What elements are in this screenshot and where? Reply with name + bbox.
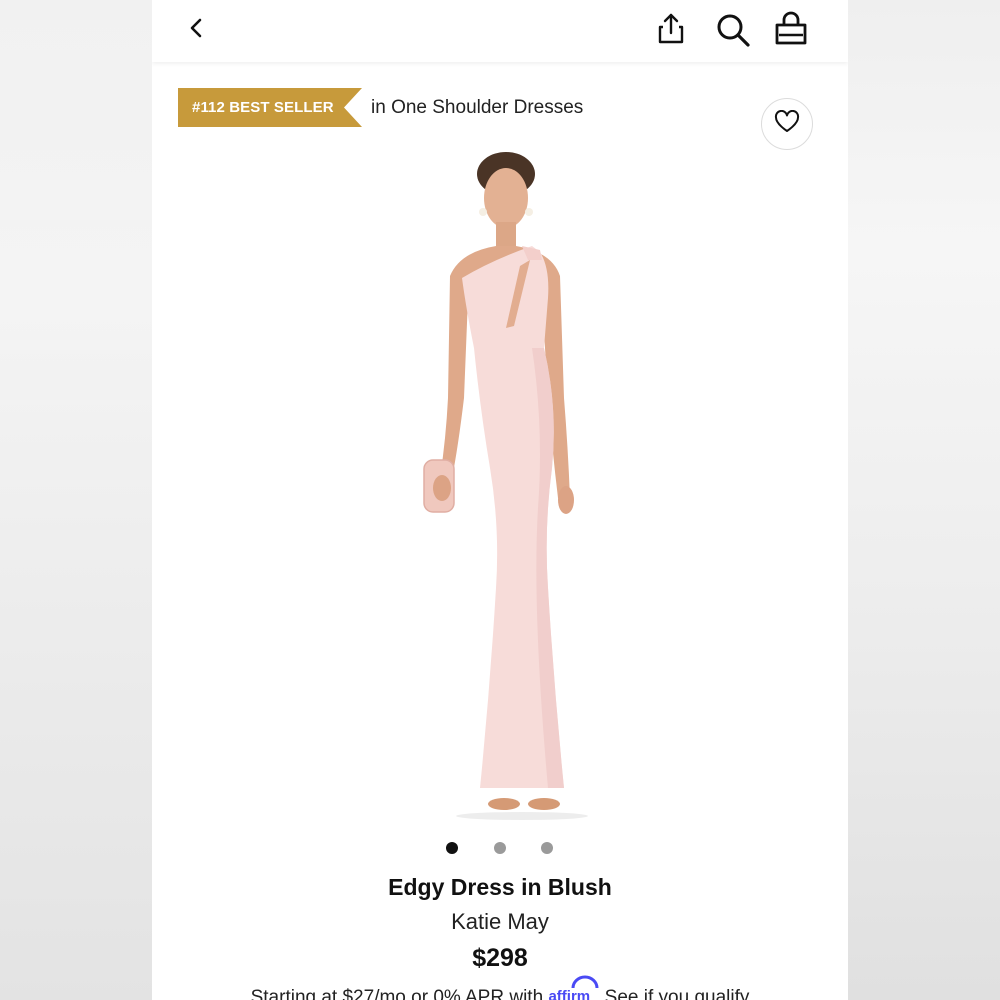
affirm-logo-text: affirm [548,988,591,1000]
product-page: #112 BEST SELLER in One Shoulder Dresses [152,0,848,1000]
product-price: $298 [472,944,528,972]
heart-icon [774,109,800,139]
product-title: Edgy Dress in Blush [388,874,612,900]
background-left-panel [0,0,152,1000]
shopping-bag-icon[interactable] [771,9,811,49]
carousel-dot-1[interactable] [446,842,458,854]
model-in-dress-illustration [423,152,588,820]
share-icon[interactable] [654,11,688,47]
top-navigation-bar [152,0,848,62]
product-brand[interactable]: Katie May [152,907,848,937]
bestseller-category[interactable]: in One Shoulder Dresses [371,95,583,121]
affirm-arc-icon [571,975,599,989]
financing-text: Starting at $27/mo or 0% APR with [250,987,544,1000]
see-if-you-qualify-link[interactable]: . See if you qualify [594,987,749,1000]
bestseller-rank: #112 BEST SELLER [192,99,334,116]
search-icon[interactable] [713,10,753,50]
product-image[interactable] [382,148,622,828]
image-carousel-indicators [152,840,848,856]
financing-info: Starting at $27/mo or 0% APR with affirm… [152,975,848,1000]
affirm-logo: affirm [548,975,599,1000]
wishlist-button[interactable] [761,98,813,150]
bestseller-badge: #112 BEST SELLER [178,88,362,127]
carousel-dot-2[interactable] [494,842,506,854]
background-right-panel [848,0,1000,1000]
chevron-left-icon[interactable] [182,14,212,44]
carousel-dot-3[interactable] [541,842,553,854]
